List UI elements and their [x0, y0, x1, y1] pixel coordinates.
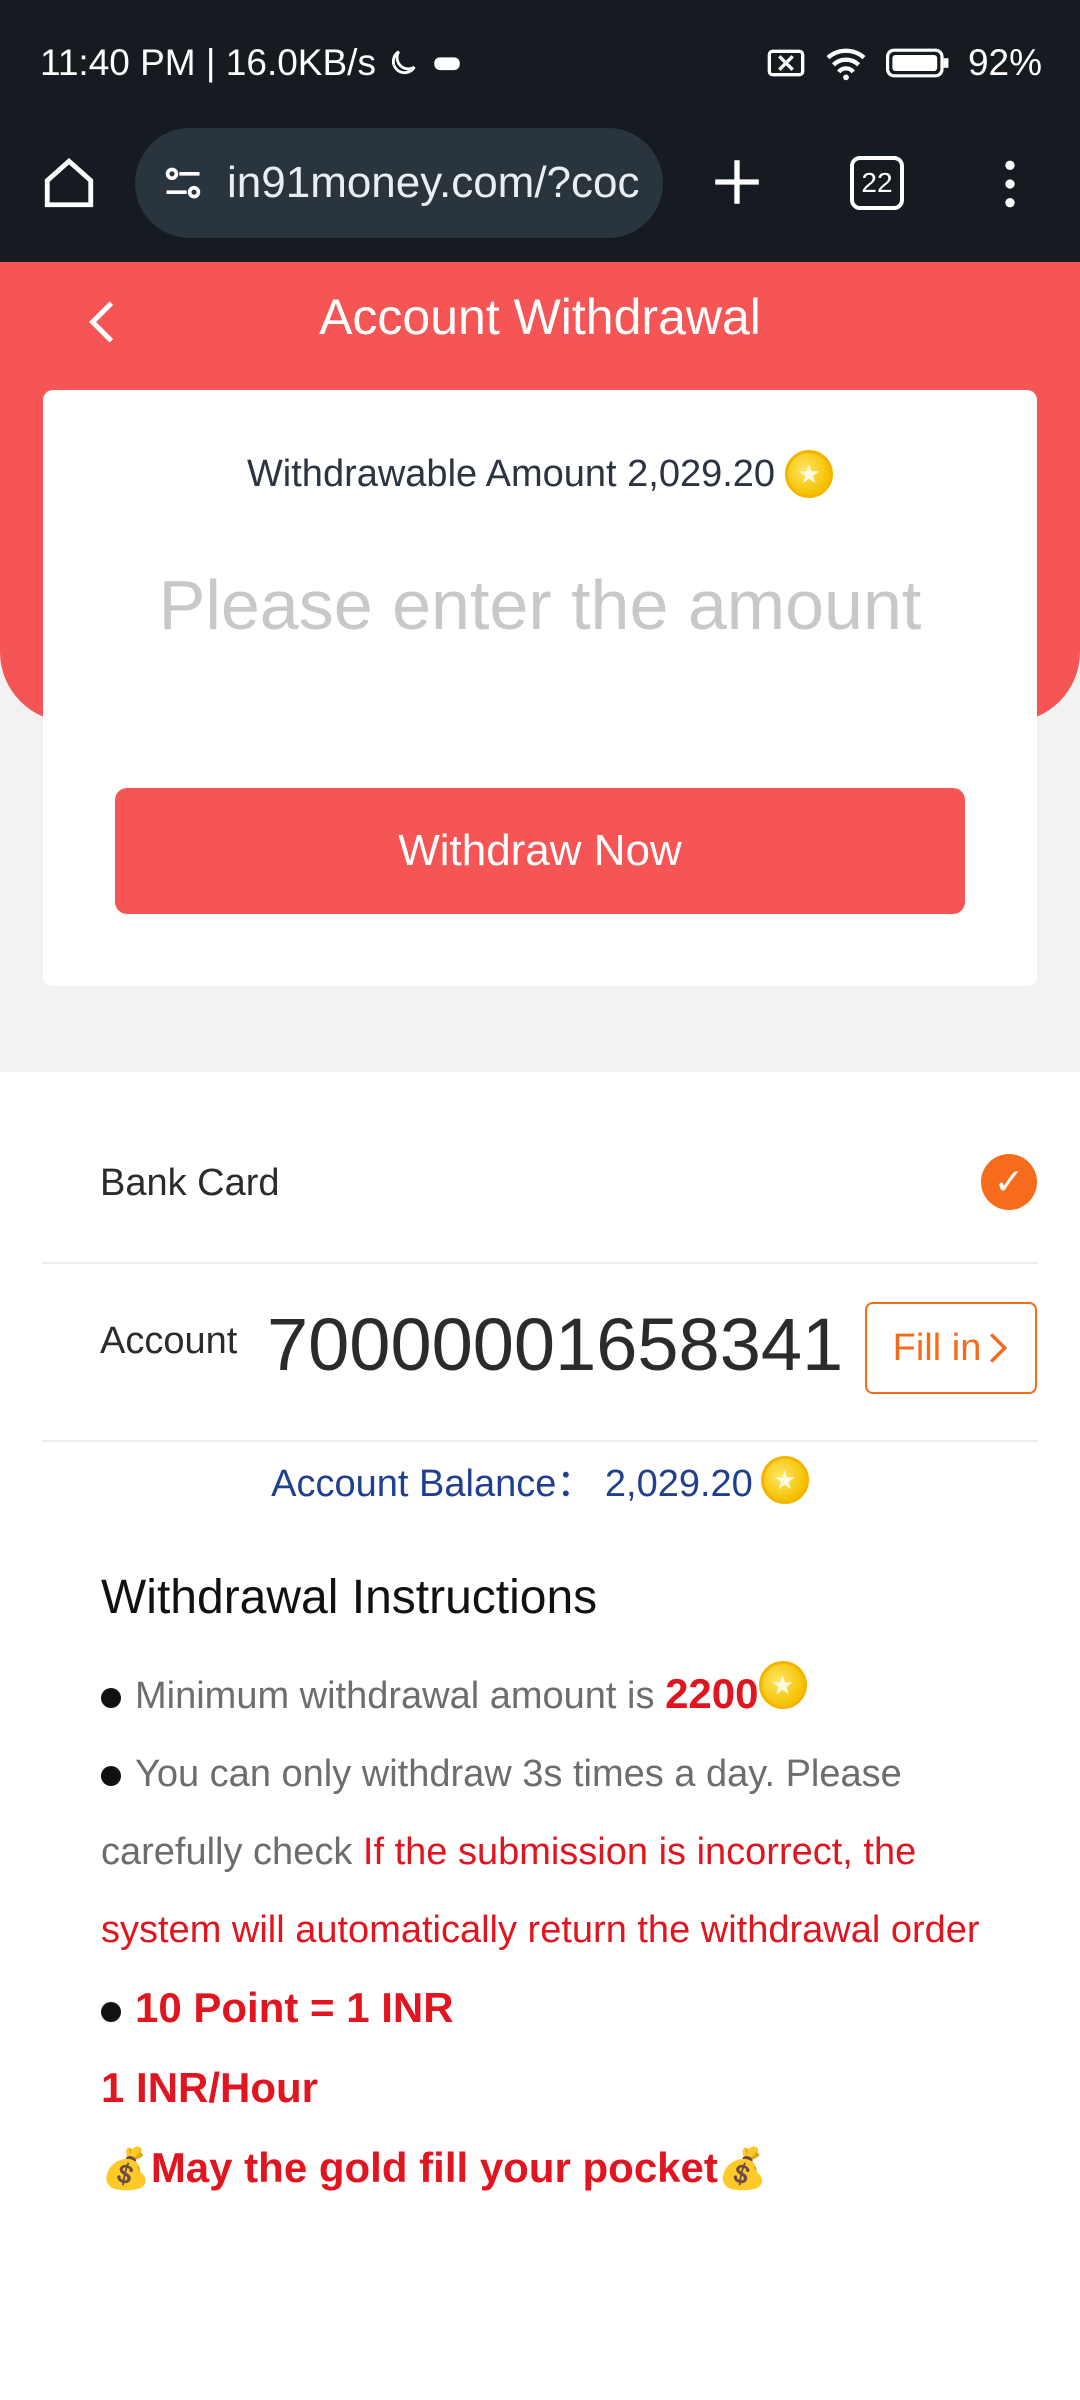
rate-text: 10 Point = 1 INR: [135, 1984, 454, 2031]
address-bar[interactable]: in91money.com/?coc: [135, 128, 663, 238]
url-text: in91money.com/?coc: [227, 158, 640, 207]
minimum-text: Minimum withdrawal amount is: [135, 1675, 666, 1717]
account-balance-text: Account Balance： 2,029.20: [271, 1463, 753, 1505]
check-icon: ✓: [981, 1154, 1037, 1210]
page-title: Account Withdrawal: [319, 289, 761, 345]
amount-input[interactable]: [103, 550, 977, 660]
money-bag-icon: 💰: [717, 2147, 768, 2191]
money-bag-icon: 💰: [101, 2147, 151, 2191]
account-row: Account 70000001658341 Fill in: [43, 1266, 1037, 1442]
withdrawal-instructions: Withdrawal Instructions Minimum withdraw…: [101, 1570, 1001, 2209]
withdraw-card: Withdrawable Amount 2,029.20 Withdraw No…: [43, 390, 1037, 986]
sim-off-icon: [767, 49, 805, 77]
status-right: 92%: [766, 42, 1042, 84]
blessing-text: May the gold fill your pocket: [150, 2144, 718, 2191]
instructions-title: Withdrawal Instructions: [101, 1571, 598, 1624]
home-icon[interactable]: [40, 154, 98, 212]
instruction-hourly: 1 INR/Hour: [101, 2049, 1001, 2129]
bullet-icon: [101, 2001, 121, 2022]
tab-switcher-button[interactable]: 22: [850, 156, 904, 210]
new-tab-icon[interactable]: [708, 153, 766, 211]
moon-icon: [391, 50, 416, 75]
bank-card-option[interactable]: Bank Card ✓: [43, 1130, 1037, 1264]
coin-icon: [758, 1661, 807, 1709]
coin-icon: [760, 1455, 809, 1504]
browser-toolbar: in91money.com/?coc 22: [0, 128, 1080, 262]
fill-in-label: Fill in: [892, 1326, 982, 1369]
instruction-rate: 10 Point = 1 INR: [101, 1969, 1001, 2049]
withdraw-now-button[interactable]: Withdraw Now: [115, 788, 965, 914]
account-balance: Account Balance： 2,029.20: [0, 1452, 1080, 1507]
bullet-icon: [101, 1687, 121, 1708]
bank-card-label: Bank Card: [100, 1162, 280, 1204]
chevron-right-icon: [990, 1333, 1008, 1363]
account-number: 70000001658341: [267, 1303, 844, 1386]
status-left: 11:40 PM | 16.0KB/s: [40, 42, 464, 84]
coin-icon: [785, 450, 834, 498]
wifi-icon: [826, 48, 866, 81]
battery-icon: [885, 48, 949, 78]
battery-level: 92%: [967, 42, 1042, 83]
hourly-text: 1 INR/Hour: [101, 2064, 319, 2111]
status-time: 11:40 PM | 16.0KB/s: [40, 42, 376, 83]
withdrawable-amount: Withdrawable Amount 2,029.20: [43, 450, 1037, 498]
site-settings-icon[interactable]: [161, 161, 205, 205]
instruction-blessing: 💰May the gold fill your pocket💰: [101, 2129, 1001, 2209]
minimum-value: 2200: [665, 1670, 759, 1717]
tab-count: 22: [861, 167, 893, 198]
fill-in-button[interactable]: Fill in: [865, 1302, 1037, 1394]
instruction-minimum: Minimum withdrawal amount is 2200: [101, 1655, 1001, 1735]
game-icon: [434, 57, 460, 71]
bullet-icon: [101, 1765, 121, 1786]
more-menu-icon[interactable]: [982, 156, 1038, 212]
account-label: Account: [100, 1320, 238, 1362]
withdrawable-label: Withdrawable Amount 2,029.20: [246, 452, 776, 495]
instruction-limit: You can only withdraw 3s times a day. Pl…: [101, 1735, 1001, 1969]
status-bar: 11:40 PM | 16.0KB/s 92%: [0, 0, 1080, 128]
